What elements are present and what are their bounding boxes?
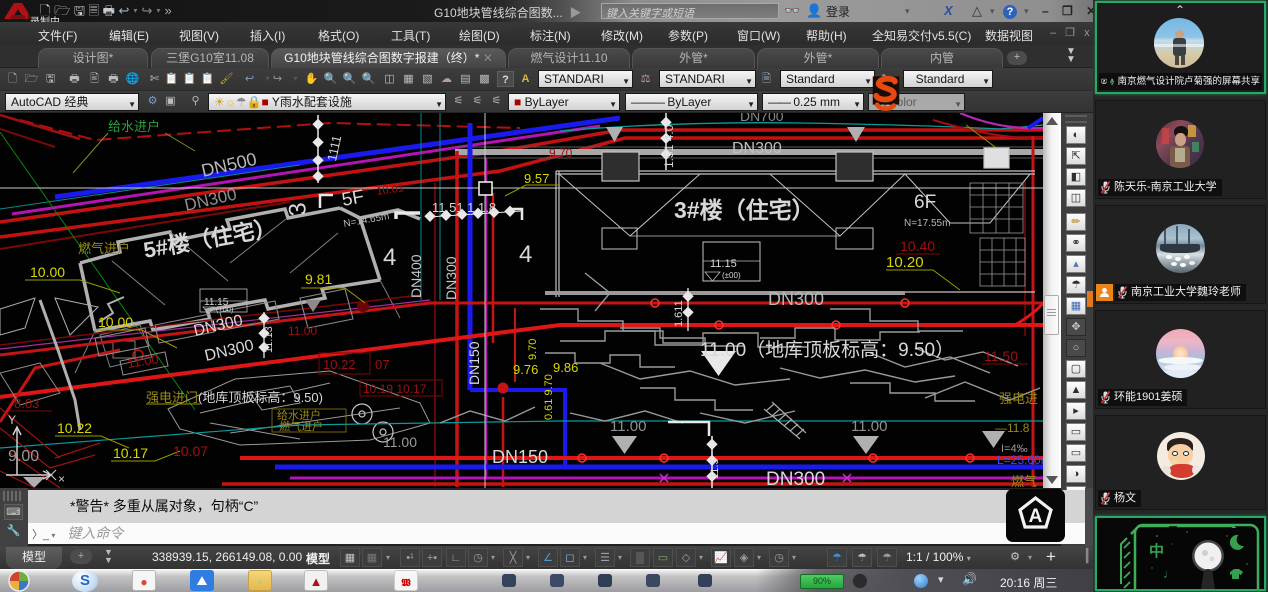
svg-text:DN400: DN400: [408, 254, 424, 298]
svg-text:3#楼（住宅）: 3#楼（住宅）: [674, 197, 815, 223]
svg-text:07: 07: [375, 357, 389, 372]
svg-text:9.81: 9.81: [305, 271, 332, 287]
svg-text:10.17: 10.17: [113, 445, 148, 461]
svg-text:燃气: 燃气: [1011, 474, 1037, 488]
svg-text:10.22: 10.22: [323, 357, 356, 372]
svg-text:11.5: 11.5: [709, 458, 721, 479]
svg-text:11.00: 11.00: [610, 418, 646, 435]
svg-text:10.00: 10.00: [98, 314, 133, 330]
svg-text:中: 中: [1149, 542, 1164, 560]
svg-text:10.00: 10.00: [30, 264, 65, 280]
svg-text:11.00: 11.00: [288, 324, 317, 338]
svg-text:10.19 10.17: 10.19 10.17: [363, 382, 427, 396]
svg-text:燃气进户: 燃气进户: [279, 419, 323, 433]
svg-text:10.20: 10.20: [886, 254, 924, 271]
svg-text:DN150: DN150: [466, 341, 482, 385]
svg-text:9.57: 9.57: [524, 171, 549, 186]
svg-text:9.70: 9.70: [549, 146, 573, 160]
svg-text:N=17.55m: N=17.55m: [904, 218, 950, 229]
svg-text:DN300: DN300: [766, 469, 825, 488]
svg-text:11.51 1 1.8: 11.51 1 1.8: [432, 200, 496, 215]
svg-text:8.03: 8.03: [14, 396, 39, 411]
svg-text:9.76: 9.76: [513, 362, 538, 377]
svg-text:4: 4: [519, 241, 532, 268]
svg-text:10.01: 10.01: [376, 182, 405, 198]
svg-text:强电进: 强电进: [999, 391, 1038, 406]
svg-text:DN300: DN300: [203, 337, 255, 365]
svg-text:DN700: DN700: [740, 113, 784, 124]
svg-text:9.70: 9.70: [527, 339, 539, 360]
svg-text:DN300: DN300: [768, 289, 824, 309]
svg-text:给水进户: 给水进户: [277, 408, 321, 422]
svg-text:L=25.00m: L=25.00m: [997, 453, 1043, 467]
svg-text:强电进门(地库顶板标高：9.50): 强电进门(地库顶板标高：9.50): [146, 390, 323, 405]
svg-text:—11.8: —11.8: [995, 421, 1030, 435]
svg-text:(±00): (±00): [722, 271, 741, 280]
svg-text:10.07: 10.07: [173, 443, 208, 459]
svg-text:4: 4: [383, 244, 396, 271]
svg-text:0.61 9.70: 0.61 9.70: [543, 374, 555, 420]
svg-text:11.00: 11.00: [126, 351, 160, 371]
svg-text:♩: ♩: [1163, 567, 1175, 581]
svg-text:11.00: 11.00: [851, 418, 887, 435]
svg-text:10.22: 10.22: [57, 420, 92, 436]
svg-text:(±00): (±00): [216, 305, 234, 314]
svg-text:DN150: DN150: [492, 447, 548, 467]
svg-text:9.00: 9.00: [8, 448, 39, 465]
svg-text:A: A: [1029, 506, 1043, 527]
svg-text:DN300: DN300: [732, 140, 782, 157]
svg-text:9.86: 9.86: [553, 360, 578, 375]
svg-text:11.00（地库顶板标高：9.50）: 11.00（地库顶板标高：9.50）: [700, 339, 954, 361]
svg-text:6F: 6F: [914, 192, 936, 213]
svg-text:11.00: 11.00: [383, 434, 417, 450]
svg-text:燃气进户: 燃气进户: [78, 241, 130, 256]
svg-text:3: 3: [284, 201, 312, 217]
svg-text:1.611: 1.611: [673, 300, 685, 327]
svg-text:11.50: 11.50: [984, 348, 1018, 364]
svg-text:×: ×: [58, 472, 65, 486]
svg-text:10.40: 10.40: [900, 238, 935, 254]
svg-text:11.13: 11.13: [263, 326, 275, 353]
svg-text:给水进户: 给水进户: [108, 119, 160, 134]
svg-text:11.15: 11.15: [710, 258, 737, 270]
svg-text:DN300: DN300: [443, 256, 459, 300]
svg-text:5F: 5F: [340, 186, 365, 211]
svg-text:1.51 4.0: 1.51 4.0: [662, 124, 676, 168]
svg-text:DN500: DN500: [199, 149, 258, 181]
svg-text:Y: Y: [8, 413, 16, 427]
